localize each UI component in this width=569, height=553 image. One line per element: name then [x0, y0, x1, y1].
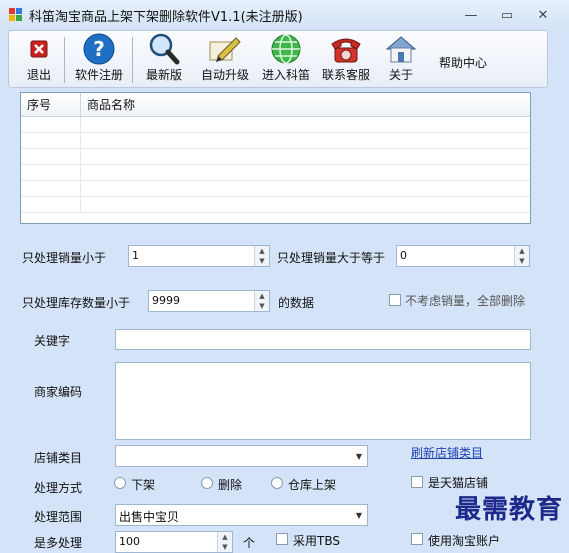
sales-less-stepper[interactable]: 1 ▲ ▼ — [128, 245, 270, 267]
stepper-up-icon[interactable]: ▲ — [515, 246, 529, 256]
stepper-up-icon[interactable]: ▲ — [218, 532, 232, 542]
ignore-sales-label: 不考虑销量，全部删除 — [405, 294, 526, 308]
help-icon: ? — [83, 33, 115, 65]
stock-less-stepper[interactable]: 9999 ▲ ▼ — [148, 290, 270, 312]
table-row[interactable] — [21, 181, 530, 197]
scope-select[interactable]: 出售中宝贝 ▼ — [115, 504, 368, 526]
method-option-delete: 删除 — [218, 478, 243, 492]
maximize-button[interactable]: ▭ — [489, 6, 525, 24]
method-radio-delist[interactable] — [114, 477, 126, 489]
batch-count-label: 是多处理 — [34, 536, 83, 550]
taobao-account-label: 使用淘宝账户 — [428, 534, 501, 548]
table-row[interactable] — [21, 133, 530, 149]
taobao-account-checkbox[interactable] — [411, 533, 423, 545]
title-bar: 科笛淘宝商品上架下架删除软件V1.1(未注册版) — ▭ ✕ — [0, 0, 569, 30]
sales-gte-label: 只处理销量大于等于 — [277, 251, 386, 265]
method-label: 处理方式 — [34, 481, 83, 495]
refresh-category-link[interactable]: 刷新店铺类目 — [411, 444, 483, 461]
about-button[interactable]: 关于 — [381, 35, 421, 85]
stepper-up-icon[interactable]: ▲ — [255, 246, 269, 256]
method-option-delist: 下架 — [131, 478, 156, 492]
batch-count-unit: 个 — [243, 536, 256, 550]
tbs-checkbox[interactable] — [276, 533, 288, 545]
tmall-checkbox[interactable] — [411, 476, 423, 488]
tbs-label: 采用TBS — [293, 534, 340, 548]
register-button[interactable]: ? 软件注册 — [71, 33, 127, 85]
keyword-label: 关键字 — [34, 334, 71, 348]
chevron-down-icon[interactable]: ▼ — [351, 446, 367, 466]
watermark: 最需教育 — [454, 495, 563, 525]
latest-version-button[interactable]: 最新版 — [141, 33, 187, 85]
stepper-up-icon[interactable]: ▲ — [255, 291, 269, 301]
method-option-warehouse: 仓库上架 — [288, 478, 337, 492]
merchant-code-label: 商家编码 — [34, 385, 83, 399]
batch-count-stepper[interactable]: 100 ▲ ▼ — [115, 531, 233, 553]
store-category-select[interactable]: ▼ — [115, 445, 368, 467]
stock-suffix-label: 的数据 — [278, 296, 315, 310]
scope-label: 处理范围 — [34, 510, 83, 524]
sales-less-label: 只处理销量小于 — [22, 251, 107, 265]
method-radio-delete[interactable] — [201, 477, 213, 489]
toolbar-separator — [64, 37, 65, 83]
table-row[interactable] — [21, 149, 530, 165]
minimize-button[interactable]: — — [453, 6, 489, 24]
toolbar: 退出 ? 软件注册 最新版 自动升级 进入科笛 联系客服 关于 帮助中心 — [8, 30, 548, 88]
pen-icon — [209, 37, 241, 62]
table-header: 序号 商品名称 — [21, 93, 530, 117]
stepper-down-icon[interactable]: ▼ — [255, 301, 269, 311]
auto-upgrade-button[interactable]: 自动升级 — [197, 35, 253, 85]
table-row[interactable] — [21, 117, 530, 133]
stepper-down-icon[interactable]: ▼ — [218, 542, 232, 552]
table-row[interactable] — [21, 165, 530, 181]
merchant-code-textarea[interactable] — [115, 362, 531, 440]
stepper-down-icon[interactable]: ▼ — [255, 256, 269, 266]
store-category-label: 店铺类目 — [34, 451, 83, 465]
exit-button[interactable]: 退出 — [19, 35, 59, 85]
exit-icon — [30, 40, 48, 58]
ignore-sales-checkbox[interactable] — [389, 294, 401, 306]
table-row[interactable] — [21, 197, 530, 213]
phone-icon — [331, 38, 361, 63]
contact-support-button[interactable]: 联系客服 — [317, 35, 375, 85]
keyword-input[interactable] — [115, 329, 531, 350]
enter-kedi-button[interactable]: 进入科笛 — [257, 34, 315, 85]
column-header-index[interactable]: 序号 — [21, 93, 81, 116]
stock-less-label: 只处理库存数量小于 — [22, 296, 131, 310]
window-title: 科笛淘宝商品上架下架删除软件V1.1(未注册版) — [29, 9, 303, 25]
column-header-name[interactable]: 商品名称 — [81, 93, 530, 116]
globe-icon — [271, 34, 301, 64]
close-button[interactable]: ✕ — [525, 6, 561, 24]
magnifier-icon — [149, 33, 180, 65]
stepper-down-icon[interactable]: ▼ — [515, 256, 529, 266]
sales-gte-stepper[interactable]: 0 ▲ ▼ — [396, 245, 530, 267]
chevron-down-icon[interactable]: ▼ — [351, 505, 367, 525]
toolbar-separator — [132, 37, 133, 83]
app-icon — [9, 8, 23, 22]
house-icon — [385, 36, 417, 63]
product-table[interactable]: 序号 商品名称 — [20, 92, 531, 224]
method-radio-warehouse[interactable] — [271, 477, 283, 489]
svg-text:?: ? — [93, 37, 105, 61]
